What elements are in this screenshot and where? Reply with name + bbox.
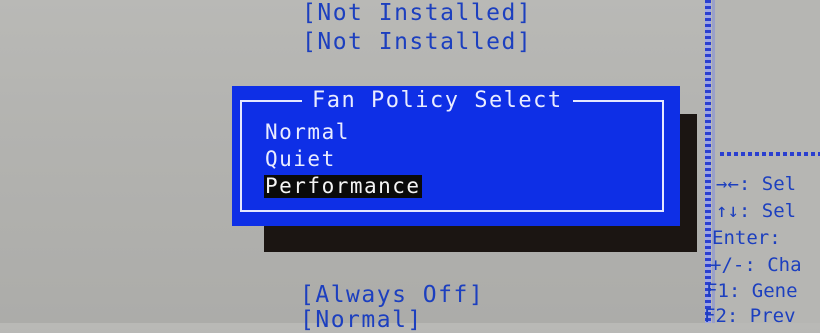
option-normal[interactable]: Normal (264, 121, 351, 144)
popup-title: Fan Policy Select (302, 90, 573, 112)
help-line-change: +/-: Cha (710, 254, 802, 276)
option-quiet[interactable]: Quiet (264, 148, 337, 171)
help-line-select-screen: →←: Sel (716, 173, 797, 195)
help-line-enter: Enter: (712, 227, 793, 249)
help-line-select-item: ↑↓: Sel (716, 200, 797, 222)
help-line-f2: F2: Prev (704, 305, 796, 327)
setting-value-normal[interactable]: [Normal] (300, 309, 423, 332)
help-line-f1: F1: Gene (706, 280, 798, 302)
setting-value-not-installed-2[interactable]: [Not Installed] (302, 31, 532, 54)
bios-setup-screen: [Not Installed] [Not Installed] [Always … (0, 0, 820, 332)
setting-value-not-installed-1[interactable]: [Not Installed] (302, 2, 532, 25)
help-panel-separator (720, 152, 820, 156)
setting-value-always-off[interactable]: [Always Off] (300, 284, 484, 307)
option-performance[interactable]: Performance (264, 175, 422, 198)
